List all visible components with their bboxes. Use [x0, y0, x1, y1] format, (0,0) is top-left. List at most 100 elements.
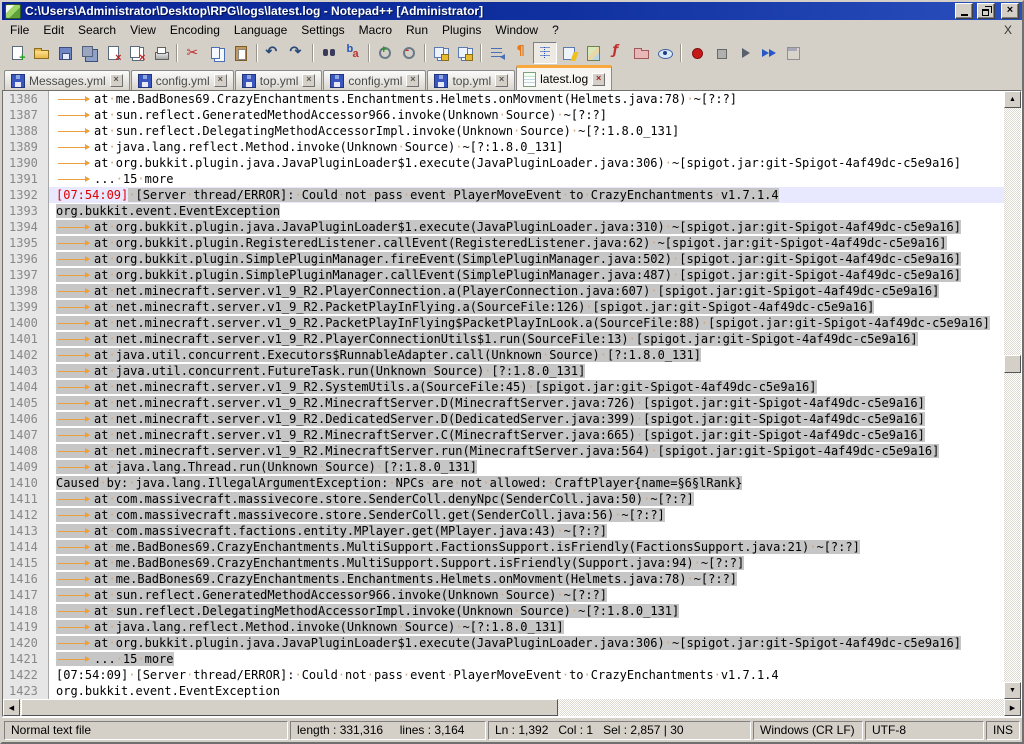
function-list-button[interactable] [605, 42, 629, 64]
editor[interactable]: 1386 at·me.BadBones69.CrazyEnchantments.E… [2, 90, 1022, 717]
open-file-button[interactable] [29, 42, 53, 64]
log-line-1403[interactable]: 1403 at·java.util.concurrent.FutureTask.r… [3, 363, 1004, 379]
log-line-1420[interactable]: 1420 at·org.bukkit.plugin.java.JavaPlugin… [3, 635, 1004, 651]
log-line-1393[interactable]: 1393 org.bukkit.event.EventException [3, 203, 1004, 219]
show-all-characters-button[interactable] [509, 42, 533, 64]
tab-messages-yml[interactable]: Messages.yml × [4, 70, 130, 90]
log-line-1410[interactable]: 1410 Caused·by:·java.lang.IllegalArgument… [3, 475, 1004, 491]
scroll-up-icon[interactable]: ▲ [1004, 91, 1021, 108]
sync-horizontal-scroll-button[interactable] [453, 42, 477, 64]
copy-button[interactable] [205, 42, 229, 64]
menu-view[interactable]: View [123, 21, 163, 39]
log-line-1415[interactable]: 1415 at·me.BadBones69.CrazyEnchantments.M… [3, 555, 1004, 571]
menu-settings[interactable]: Settings [294, 21, 351, 39]
log-line-1386[interactable]: 1386 at·me.BadBones69.CrazyEnchantments.E… [3, 91, 1004, 107]
horizontal-scroll-thumb[interactable] [21, 699, 558, 716]
menu-edit[interactable]: Edit [36, 21, 71, 39]
menu-macro[interactable]: Macro [352, 21, 399, 39]
log-line-1417[interactable]: 1417 at·sun.reflect.GeneratedMethodAccess… [3, 587, 1004, 603]
log-line-1400[interactable]: 1400 at·net.minecraft.server.v1_9_R2.Pack… [3, 315, 1004, 331]
tab-close-icon[interactable]: × [213, 74, 227, 87]
word-wrap-button[interactable] [485, 42, 509, 64]
new-file-button[interactable] [5, 42, 29, 64]
log-line-1416[interactable]: 1416 at·me.BadBones69.CrazyEnchantments.E… [3, 571, 1004, 587]
log-line-1414[interactable]: 1414 at·me.BadBones69.CrazyEnchantments.M… [3, 539, 1004, 555]
macro-record-button[interactable] [685, 42, 709, 64]
tab-top-yml[interactable]: top.yml × [427, 70, 516, 90]
save-file-button[interactable] [53, 42, 77, 64]
editor-lines[interactable]: 1386 at·me.BadBones69.CrazyEnchantments.E… [3, 91, 1004, 699]
log-line-1396[interactable]: 1396 at·org.bukkit.plugin.SimplePluginMan… [3, 251, 1004, 267]
menu-window[interactable]: Window [488, 21, 545, 39]
log-line-1406[interactable]: 1406 at·net.minecraft.server.v1_9_R2.Dedi… [3, 411, 1004, 427]
redo-button[interactable] [285, 42, 309, 64]
scroll-left-icon[interactable]: ◀ [3, 699, 20, 716]
cut-button[interactable] [181, 42, 205, 64]
close-file-button[interactable] [101, 42, 125, 64]
close-all-button[interactable] [125, 42, 149, 64]
undo-button[interactable] [261, 42, 285, 64]
log-line-1398[interactable]: 1398 at·net.minecraft.server.v1_9_R2.Play… [3, 283, 1004, 299]
log-line-1402[interactable]: 1402 at·java.util.concurrent.Executors$Ru… [3, 347, 1004, 363]
log-line-1413[interactable]: 1413 at·com.massivecraft.factions.entity.… [3, 523, 1004, 539]
log-line-1408[interactable]: 1408 at·net.minecraft.server.v1_9_R2.Mine… [3, 443, 1004, 459]
tab-close-icon[interactable]: × [592, 72, 606, 86]
tab-config-yml[interactable]: config.yml × [130, 70, 234, 90]
log-line-1391[interactable]: 1391 ...·15·more [3, 171, 1004, 187]
menubar-close-document-icon[interactable]: X [1004, 23, 1022, 37]
log-line-1411[interactable]: 1411 at·com.massivecraft.massivecore.stor… [3, 491, 1004, 507]
restore-button[interactable] [977, 3, 995, 19]
menu-encoding[interactable]: Encoding [163, 21, 227, 39]
zoom-out-button[interactable] [397, 42, 421, 64]
vertical-scroll-track[interactable] [1004, 108, 1021, 682]
horizontal-scrollbar[interactable]: ◀ ▶ [3, 699, 1021, 716]
find-button[interactable] [317, 42, 341, 64]
sync-vertical-scroll-button[interactable] [429, 42, 453, 64]
log-line-1390[interactable]: 1390 at·org.bukkit.plugin.java.JavaPlugin… [3, 155, 1004, 171]
tab-close-icon[interactable]: × [109, 74, 123, 87]
log-line-1392[interactable]: 1392 [07:54:09]·[Server·thread/ERROR]:·Co… [3, 187, 1004, 203]
macro-save-button[interactable] [781, 42, 805, 64]
print-button[interactable] [149, 42, 173, 64]
menu-language[interactable]: Language [227, 21, 294, 39]
tab-latest-log[interactable]: latest.log × [516, 65, 613, 90]
log-line-1421[interactable]: 1421 ...·15·more [3, 651, 1004, 667]
macro-stop-button[interactable] [709, 42, 733, 64]
log-line-1422[interactable]: 1422 [07:54:09]·[Server·thread/ERROR]:·Co… [3, 667, 1004, 683]
log-line-1389[interactable]: 1389 at·java.lang.reflect.Method.invoke(U… [3, 139, 1004, 155]
show-indent-guide-button[interactable] [533, 41, 557, 64]
log-line-1388[interactable]: 1388 at·sun.reflect.DelegatingMethodAcces… [3, 123, 1004, 139]
folder-as-workspace-button[interactable] [629, 42, 653, 64]
log-line-1407[interactable]: 1407 at·net.minecraft.server.v1_9_R2.Mine… [3, 427, 1004, 443]
macro-run-multiple-button[interactable] [757, 42, 781, 64]
log-line-1395[interactable]: 1395 at·org.bukkit.plugin.RegisteredListe… [3, 235, 1004, 251]
menu-plugins[interactable]: Plugins [435, 21, 488, 39]
vertical-scrollbar[interactable]: ▲ ▼ [1004, 91, 1021, 699]
document-map-button[interactable] [581, 42, 605, 64]
tab-close-icon[interactable]: × [406, 74, 420, 87]
close-button[interactable] [1001, 3, 1019, 19]
save-all-button[interactable] [77, 42, 101, 64]
log-line-1412[interactable]: 1412 at·com.massivecraft.massivecore.stor… [3, 507, 1004, 523]
log-line-1401[interactable]: 1401 at·net.minecraft.server.v1_9_R2.Play… [3, 331, 1004, 347]
log-line-1409[interactable]: 1409 at·java.lang.Thread.run(Unknown·Sour… [3, 459, 1004, 475]
log-line-1397[interactable]: 1397 at·org.bukkit.plugin.SimplePluginMan… [3, 267, 1004, 283]
log-line-1418[interactable]: 1418 at·sun.reflect.DelegatingMethodAcces… [3, 603, 1004, 619]
menu-search[interactable]: Search [71, 21, 123, 39]
menu-file[interactable]: File [3, 21, 36, 39]
menu-run[interactable]: Run [399, 21, 435, 39]
log-line-1405[interactable]: 1405 at·net.minecraft.server.v1_9_R2.Mine… [3, 395, 1004, 411]
tab-config-yml[interactable]: config.yml × [323, 70, 427, 90]
minimize-button[interactable] [955, 3, 973, 19]
horizontal-scroll-track[interactable] [20, 699, 1004, 716]
scroll-right-icon[interactable]: ▶ [1004, 699, 1021, 716]
tab-close-icon[interactable]: × [302, 74, 316, 87]
menu-help[interactable]: ? [545, 21, 566, 39]
zoom-in-button[interactable] [373, 42, 397, 64]
monitoring-button[interactable] [653, 42, 677, 64]
paste-button[interactable] [229, 42, 253, 64]
user-defined-dialog-button[interactable] [557, 42, 581, 64]
log-line-1394[interactable]: 1394 at·org.bukkit.plugin.java.JavaPlugin… [3, 219, 1004, 235]
log-line-1419[interactable]: 1419 at·java.lang.reflect.Method.invoke(U… [3, 619, 1004, 635]
log-line-1404[interactable]: 1404 at·net.minecraft.server.v1_9_R2.Syst… [3, 379, 1004, 395]
